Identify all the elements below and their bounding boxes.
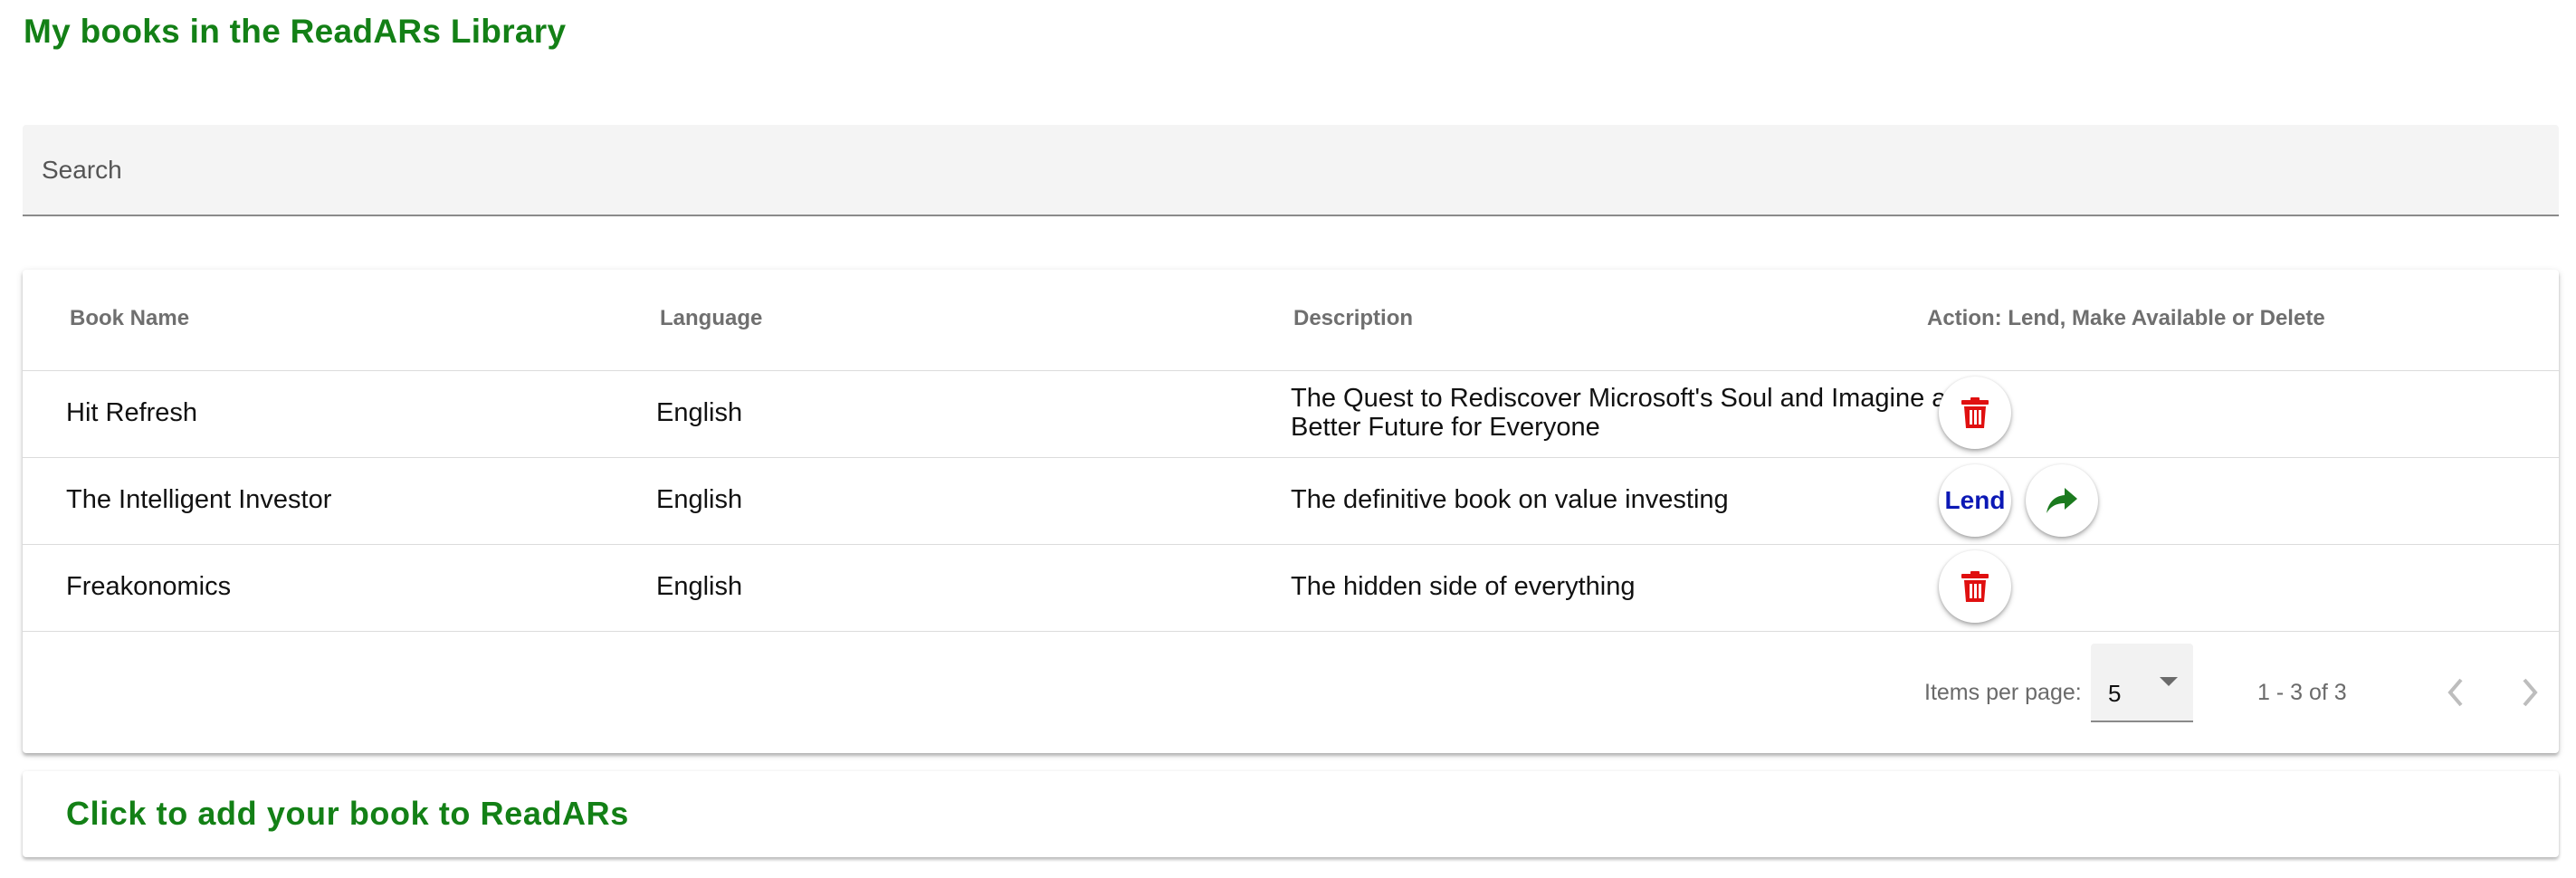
book-name-cell: Freakonomics <box>66 572 232 601</box>
table-header-row: Book Name Language Description Action: L… <box>23 270 2559 371</box>
delete-icon <box>1961 397 1989 428</box>
table-row: Hit Refresh English The Quest to Redisco… <box>23 370 2559 458</box>
lend-label: Lend <box>1944 486 2006 514</box>
range-label: 1 - 3 of 3 <box>2257 680 2347 705</box>
books-table: Book Name Language Description Action: L… <box>23 270 2559 753</box>
chevron-left-icon <box>2447 678 2463 707</box>
header-book-name[interactable]: Book Name <box>70 306 189 331</box>
page-size-select[interactable]: 5 <box>2091 644 2193 722</box>
chevron-right-icon <box>2523 678 2538 707</box>
header-action: Action: Lend, Make Available or Delete <box>1927 306 2325 330</box>
book-name-cell: Hit Refresh <box>66 398 198 427</box>
previous-page-button[interactable] <box>2434 665 2479 720</box>
language-cell: English <box>656 398 743 427</box>
dropdown-arrow-icon <box>2160 677 2178 686</box>
search-input[interactable] <box>42 125 2522 215</box>
share-icon <box>2046 488 2077 513</box>
book-name-cell: The Intelligent Investor <box>66 485 332 514</box>
next-page-button[interactable] <box>2506 665 2552 720</box>
search-field[interactable] <box>23 125 2559 216</box>
add-book-title[interactable]: Click to add your book to ReadARs <box>66 795 629 833</box>
table-row: Freakonomics English The hidden side of … <box>23 544 2559 632</box>
delete-button[interactable] <box>1939 377 2011 449</box>
description-cell: The hidden side of everything <box>1291 572 1636 601</box>
delete-button[interactable] <box>1939 550 2011 623</box>
table-row: The Intelligent Investor English The def… <box>23 457 2559 545</box>
page-title: My books in the ReadARs Library <box>24 13 567 50</box>
share-button[interactable] <box>2026 464 2098 537</box>
header-description[interactable]: Description <box>1293 306 1413 331</box>
add-book-panel[interactable]: Click to add your book to ReadARs <box>23 771 2559 857</box>
description-cell: The Quest to Rediscover Microsoft's Soul… <box>1291 384 1947 442</box>
language-cell: English <box>656 572 743 601</box>
lend-button[interactable]: Lend <box>1939 464 2011 537</box>
language-cell: English <box>656 485 743 514</box>
items-per-page-label: Items per page: <box>1924 680 2082 705</box>
description-cell: The definitive book on value investing <box>1291 485 1729 514</box>
page-size-value: 5 <box>2108 680 2122 707</box>
delete-icon <box>1961 571 1989 602</box>
paginator: Items per page: 5 1 - 3 of 3 <box>23 634 2559 753</box>
header-language[interactable]: Language <box>660 306 762 331</box>
